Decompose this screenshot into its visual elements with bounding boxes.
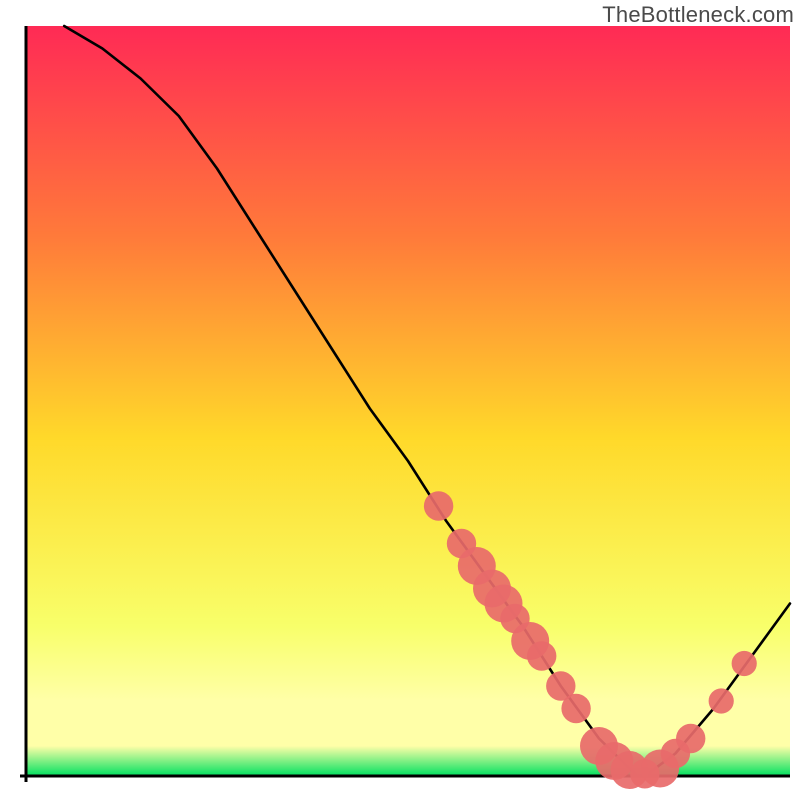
chart-svg [0,0,800,800]
marker [676,724,705,753]
watermark-text: TheBottleneck.com [602,2,794,28]
marker [709,688,734,713]
plot-background [26,26,790,776]
marker [424,491,453,520]
marker [732,651,757,676]
chart-container: TheBottleneck.com [0,0,800,800]
marker [527,641,556,670]
marker [561,694,590,723]
